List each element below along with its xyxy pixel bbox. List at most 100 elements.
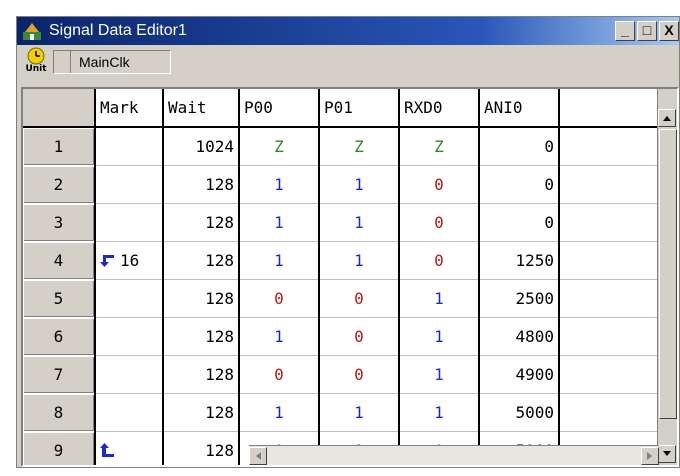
scroll-thumb[interactable] xyxy=(659,129,677,419)
corner-cell[interactable] xyxy=(23,89,96,128)
p00-cell[interactable]: 1 xyxy=(239,393,320,432)
table-row[interactable]: 7 128 0 0 1 4900 xyxy=(23,355,657,394)
mark-cell[interactable]: 16 xyxy=(95,241,164,280)
wait-cell[interactable]: 128 xyxy=(163,393,240,432)
signal-grid: Mark Wait P00 P01 RXD0 ANI0 1 1024 Z Z Z 0 2 12… xyxy=(21,87,679,467)
rxd0-cell[interactable]: 0 xyxy=(399,165,480,204)
table-row[interactable]: 2 128 1 1 0 0 xyxy=(23,165,657,204)
empty-cell xyxy=(559,241,657,280)
p00-cell[interactable]: Z xyxy=(239,127,320,166)
empty-cell xyxy=(559,165,657,204)
column-header-p01[interactable]: P01 xyxy=(319,89,400,128)
scroll-down-button[interactable] xyxy=(658,445,676,463)
row-number[interactable]: 4 xyxy=(23,241,96,280)
p01-cell[interactable]: 1 xyxy=(319,241,400,280)
mark-cell[interactable] xyxy=(95,279,164,318)
column-header-ani0[interactable]: ANI0 xyxy=(479,89,560,128)
mark-cell[interactable] xyxy=(95,317,164,356)
minimize-button[interactable]: _ xyxy=(615,21,635,41)
empty-cell xyxy=(559,279,657,318)
rxd0-cell[interactable]: 1 xyxy=(399,355,480,394)
ani0-cell[interactable]: 0 xyxy=(479,165,560,204)
row-number[interactable]: 9 xyxy=(23,431,96,465)
row-number[interactable]: 5 xyxy=(23,279,96,318)
row-number[interactable]: 3 xyxy=(23,203,96,242)
ani0-cell[interactable]: 5000 xyxy=(479,393,560,432)
row-number[interactable]: 6 xyxy=(23,317,96,356)
row-number[interactable]: 2 xyxy=(23,165,96,204)
mark-cell[interactable] xyxy=(95,203,164,242)
wait-cell[interactable]: 128 xyxy=(163,203,240,242)
clock-selector[interactable]: MainClk xyxy=(53,50,171,74)
empty-cell xyxy=(559,355,657,394)
ani0-cell[interactable]: 4900 xyxy=(479,355,560,394)
mark-cell[interactable] xyxy=(95,165,164,204)
empty-header xyxy=(559,89,657,128)
column-header-wait[interactable]: Wait xyxy=(163,89,240,128)
horizontal-scrollbar[interactable] xyxy=(249,445,659,465)
rxd0-cell[interactable]: 1 xyxy=(399,393,480,432)
mark-cell[interactable] xyxy=(95,355,164,394)
mark-cell[interactable] xyxy=(95,431,164,465)
p01-cell[interactable]: 0 xyxy=(319,317,400,356)
column-header-rxd0[interactable]: RXD0 xyxy=(399,89,480,128)
signal-table: Mark Wait P00 P01 RXD0 ANI0 1 1024 Z Z Z 0 2 12… xyxy=(23,89,657,465)
p00-cell[interactable]: 1 xyxy=(239,241,320,280)
arrow-up-icon xyxy=(663,116,671,121)
column-header-mark[interactable]: Mark xyxy=(95,89,164,128)
rxd0-cell[interactable]: 0 xyxy=(399,203,480,242)
column-header-p00[interactable]: P00 xyxy=(239,89,320,128)
wait-cell[interactable]: 128 xyxy=(163,317,240,356)
unit-button[interactable]: Unit xyxy=(23,47,49,77)
row-number[interactable]: 1 xyxy=(23,127,96,166)
wait-cell[interactable]: 128 xyxy=(163,431,240,465)
wait-cell[interactable]: 128 xyxy=(163,165,240,204)
rxd0-cell[interactable]: 1 xyxy=(399,279,480,318)
p00-cell[interactable]: 1 xyxy=(239,203,320,242)
table-row[interactable]: 6 128 1 0 1 4800 xyxy=(23,317,657,356)
ani0-cell[interactable]: 4800 xyxy=(479,317,560,356)
wait-cell[interactable]: 128 xyxy=(163,241,240,280)
table-row[interactable]: 1 1024 Z Z Z 0 xyxy=(23,127,657,166)
rxd0-cell[interactable]: Z xyxy=(399,127,480,166)
p01-cell[interactable]: 1 xyxy=(319,393,400,432)
p00-cell[interactable]: 1 xyxy=(239,317,320,356)
p01-cell[interactable]: 1 xyxy=(319,203,400,242)
wait-cell[interactable]: 128 xyxy=(163,279,240,318)
loop-end-arrow-icon xyxy=(100,443,114,457)
maximize-button[interactable]: □ xyxy=(637,21,657,41)
mark-cell[interactable] xyxy=(95,393,164,432)
p00-cell[interactable]: 0 xyxy=(239,279,320,318)
title-bar[interactable]: Signal Data Editor1 _ □ X xyxy=(17,17,679,45)
table-row[interactable]: 3 128 1 1 0 0 xyxy=(23,203,657,242)
wait-cell[interactable]: 128 xyxy=(163,355,240,394)
p00-cell[interactable]: 0 xyxy=(239,355,320,394)
signal-data-editor-window: Signal Data Editor1 _ □ X Unit MainClk M… xyxy=(16,16,680,468)
ani0-cell[interactable]: 0 xyxy=(479,203,560,242)
ani0-cell[interactable]: 0 xyxy=(479,127,560,166)
ani0-cell[interactable]: 2500 xyxy=(479,279,560,318)
p01-cell[interactable]: 1 xyxy=(319,165,400,204)
row-number[interactable]: 7 xyxy=(23,355,96,394)
row-number[interactable]: 8 xyxy=(23,393,96,432)
rxd0-cell[interactable]: 1 xyxy=(399,317,480,356)
header-row: Mark Wait P00 P01 RXD0 ANI0 xyxy=(23,89,657,128)
p01-cell[interactable]: 0 xyxy=(319,279,400,318)
vertical-scrollbar[interactable] xyxy=(657,89,677,465)
p00-cell[interactable]: 1 xyxy=(239,165,320,204)
scroll-left-button[interactable] xyxy=(249,447,267,465)
wait-cell[interactable]: 1024 xyxy=(163,127,240,166)
loop-count: 16 xyxy=(120,250,140,270)
p01-cell[interactable]: Z xyxy=(319,127,400,166)
p01-cell[interactable]: 0 xyxy=(319,355,400,394)
mark-cell[interactable] xyxy=(95,127,164,166)
scroll-up-button[interactable] xyxy=(658,109,676,127)
scroll-right-button[interactable] xyxy=(641,447,659,465)
clock-value: MainClk xyxy=(70,51,130,73)
rxd0-cell[interactable]: 0 xyxy=(399,241,480,280)
table-row[interactable]: 4 16 128 1 1 0 1250 xyxy=(23,241,657,280)
table-row[interactable]: 5 128 0 0 1 2500 xyxy=(23,279,657,318)
table-row[interactable]: 8 128 1 1 1 5000 xyxy=(23,393,657,432)
close-button[interactable]: X xyxy=(659,21,679,41)
ani0-cell[interactable]: 1250 xyxy=(479,241,560,280)
